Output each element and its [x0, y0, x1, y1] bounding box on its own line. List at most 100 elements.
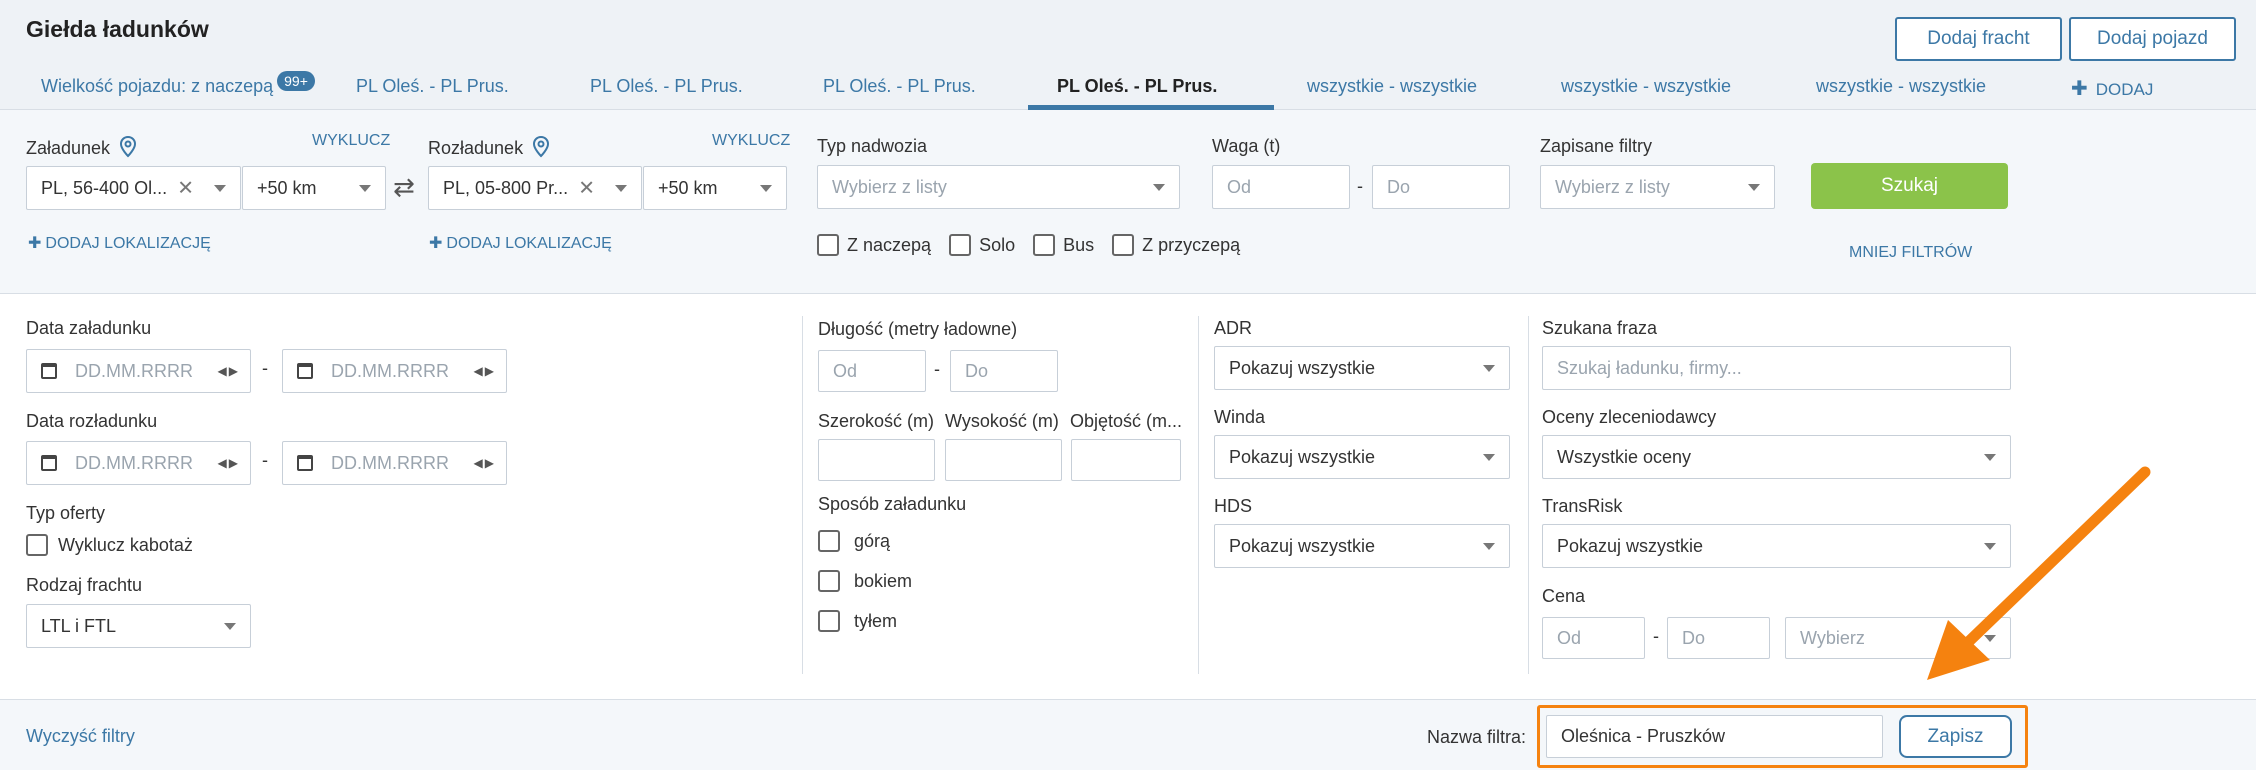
back-loading-label: tyłem — [854, 610, 898, 631]
tab-all-2[interactable]: wszystkie - wszystkie — [1561, 76, 1731, 97]
chevron-down-icon — [1153, 184, 1165, 191]
swap-icon[interactable]: ⇄ — [393, 172, 415, 203]
loading-method-top: górą — [818, 530, 890, 552]
date-placeholder: DD.MM.RRRR — [331, 360, 449, 381]
checkbox-side-loading[interactable] — [818, 570, 840, 592]
height-input[interactable] — [945, 439, 1062, 481]
price-from-input[interactable]: Od — [1542, 617, 1645, 659]
checkbox-back-loading[interactable] — [818, 610, 840, 632]
add-freight-button[interactable]: Dodaj fracht — [1895, 17, 2062, 61]
date-arrows-icon[interactable]: ◀▶ — [218, 364, 240, 378]
tab-badge: 99+ — [277, 71, 315, 91]
plus-icon: ✚ — [2071, 78, 2088, 100]
checkbox-exclude-cabotage[interactable] — [26, 534, 48, 556]
volume-input[interactable] — [1071, 439, 1181, 481]
body-type-options: Z naczepą Solo Bus Z przyczepą — [817, 234, 1240, 256]
clear-icon[interactable]: ✕ — [578, 176, 595, 201]
top-loading-label: górą — [854, 530, 891, 551]
chevron-down-icon — [214, 185, 226, 192]
checkbox-semi-trailer[interactable] — [817, 234, 839, 256]
width-input[interactable] — [818, 439, 935, 481]
chevron-down-icon — [615, 185, 627, 192]
freight-kind-select[interactable]: LTL i FTL — [26, 604, 251, 648]
weight-to-input[interactable]: Do — [1372, 165, 1510, 209]
date-arrows-icon[interactable]: ◀▶ — [474, 456, 496, 470]
hds-select[interactable]: Pokazuj wszystkie — [1214, 524, 1510, 568]
calendar-icon — [41, 363, 57, 379]
tab-label: Wielkość pojazdu: z naczepą — [41, 76, 274, 96]
unloading-add-location[interactable]: ✚ DODAJ LOKALIZACJĘ — [429, 233, 612, 253]
date-arrows-icon[interactable]: ◀▶ — [474, 364, 496, 378]
chevron-down-icon — [1483, 454, 1495, 461]
exclude-cabotage-option: Wyklucz kabotaż — [26, 534, 193, 556]
weight-label: Waga (t) — [1212, 136, 1281, 156]
tab-route-4-active[interactable]: PL Oleś. - PL Prus. — [1057, 76, 1217, 97]
date-arrows-icon[interactable]: ◀▶ — [218, 456, 240, 470]
unloading-date-from[interactable]: DD.MM.RRRR ◀▶ — [26, 441, 251, 485]
plus-icon: ✚ — [28, 235, 42, 252]
page-title: Giełda ładunków — [26, 16, 209, 42]
range-dash: - — [1357, 176, 1363, 196]
price-label: Cena — [1542, 586, 1586, 606]
option-bus-label: Bus — [1063, 234, 1095, 255]
price-to-input[interactable]: Do — [1667, 617, 1770, 659]
loading-label-text: Załadunek — [26, 138, 111, 158]
lift-select[interactable]: Pokazuj wszystkie — [1214, 435, 1510, 479]
saved-filters-select[interactable]: Wybierz z listy — [1540, 165, 1775, 209]
loading-add-location[interactable]: ✚ DODAJ LOKALIZACJĘ — [28, 233, 211, 253]
tab-vehicle-size[interactable]: Wielkość pojazdu: z naczepą 99+ — [41, 71, 315, 97]
volume-label: Objętość (m... — [1070, 411, 1183, 431]
search-phrase-input[interactable]: Szukaj ładunku, firmy... — [1542, 346, 2011, 390]
loading-location-select[interactable]: PL, 56-400 Ol... ✕ — [26, 166, 241, 210]
column-divider — [802, 316, 803, 674]
filter-name-input[interactable]: Oleśnica - Pruszków — [1546, 715, 1883, 758]
unloading-date-to[interactable]: DD.MM.RRRR ◀▶ — [282, 441, 507, 485]
body-type-select[interactable]: Wybierz z listy — [817, 165, 1180, 209]
location-pin-icon — [120, 135, 137, 158]
tab-all-3[interactable]: wszystkie - wszystkie — [1816, 76, 1986, 97]
chevron-down-icon — [1483, 543, 1495, 550]
loading-exclude-link[interactable]: WYKLUCZ — [312, 132, 390, 150]
checkbox-top-loading[interactable] — [818, 530, 840, 552]
hds-label: HDS — [1214, 496, 1253, 516]
checkbox-bus[interactable] — [1033, 234, 1056, 256]
width-label: Szerokość (m) — [818, 411, 935, 431]
adr-label: ADR — [1214, 318, 1253, 338]
loading-radius-select[interactable]: +50 km — [242, 166, 386, 210]
tab-add[interactable]: ✚ DODAJ — [2071, 76, 2153, 101]
range-dash: - — [1653, 626, 1659, 646]
checkbox-trailer[interactable] — [1112, 234, 1135, 256]
loading-date-from[interactable]: DD.MM.RRRR ◀▶ — [26, 349, 251, 393]
loading-date-to[interactable]: DD.MM.RRRR ◀▶ — [282, 349, 507, 393]
clear-icon[interactable]: ✕ — [177, 176, 194, 201]
annotation-arrow-icon — [1927, 466, 2151, 680]
chevron-down-icon — [224, 623, 236, 630]
add-vehicle-button[interactable]: Dodaj pojazd — [2069, 17, 2236, 61]
side-loading-label: bokiem — [854, 570, 913, 591]
calendar-icon — [297, 455, 313, 471]
length-from-input[interactable]: Od — [818, 350, 926, 392]
length-to-input[interactable]: Do — [950, 350, 1058, 392]
unloading-label: Rozładunek — [428, 135, 550, 159]
tab-route-3[interactable]: PL Oleś. - PL Prus. — [823, 76, 976, 97]
date-placeholder: DD.MM.RRRR — [331, 452, 449, 473]
tab-all-1[interactable]: wszystkie - wszystkie — [1307, 76, 1477, 97]
unloading-location-select[interactable]: PL, 05-800 Pr... ✕ — [428, 166, 642, 210]
unloading-label-text: Rozładunek — [428, 138, 524, 158]
unloading-exclude-link[interactable]: WYKLUCZ — [712, 132, 790, 150]
weight-from-input[interactable]: Od — [1212, 165, 1350, 209]
calendar-icon — [297, 363, 313, 379]
adr-select[interactable]: Pokazuj wszystkie — [1214, 346, 1510, 390]
option-solo-label: Solo — [979, 234, 1016, 255]
checkbox-solo[interactable] — [949, 234, 972, 256]
clear-filters-link[interactable]: Wyczyść filtry — [26, 726, 135, 747]
search-phrase-label: Szukana fraza — [1542, 318, 1658, 338]
transrisk-value: Pokazuj wszystkie — [1557, 535, 1704, 556]
tab-route-2[interactable]: PL Oleś. - PL Prus. — [590, 76, 743, 97]
save-filter-button[interactable]: Zapisz — [1899, 715, 2012, 758]
saved-filters-placeholder: Wybierz z listy — [1555, 176, 1670, 197]
less-filters-link[interactable]: MNIEJ FILTRÓW — [1849, 244, 1972, 262]
search-button[interactable]: Szukaj — [1811, 163, 2008, 209]
unloading-radius-select[interactable]: +50 km — [643, 166, 787, 210]
tab-route-1[interactable]: PL Oleś. - PL Prus. — [356, 76, 509, 97]
